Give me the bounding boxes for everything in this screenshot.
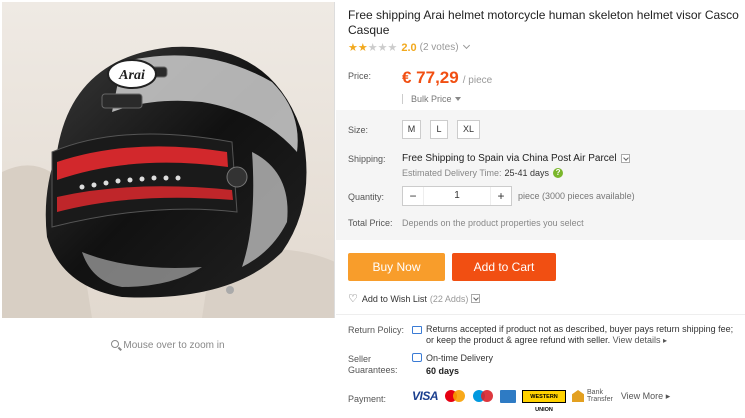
- product-title: Free shipping Arai helmet motorcycle hum…: [348, 8, 739, 37]
- delivery-label: Estimated Delivery Time:: [402, 168, 502, 178]
- bank-icon: [572, 390, 585, 402]
- product-page: Arai Mouse over to zoom in Free shipping…: [0, 0, 745, 418]
- bank-transfer: Bank Transfer: [572, 389, 613, 403]
- quantity-available: piece (3000 pieces available): [518, 191, 635, 201]
- caret-down-icon: [454, 97, 461, 101]
- return-policy-body: Returns accepted if product not as descr…: [426, 324, 734, 345]
- zoom-hint-text: Mouse over to zoom in: [123, 340, 225, 351]
- svg-text:Arai: Arai: [118, 68, 145, 83]
- seller-guarantees-label: Seller Guarantees:: [348, 354, 398, 376]
- delivery-estimate: Estimated Delivery Time: 25-41 days ?: [402, 168, 564, 178]
- size-option-l[interactable]: L: [430, 120, 448, 139]
- rating[interactable]: ★★★★★ 2.0 (2 votes): [348, 41, 470, 54]
- total-price-label: Total Price:: [348, 218, 393, 228]
- size-option-m[interactable]: M: [402, 120, 421, 139]
- seller-guarantees-label-line2: Guarantees:: [348, 365, 398, 375]
- quantity-label: Quantity:: [348, 192, 385, 202]
- buy-now-button[interactable]: Buy Now: [348, 253, 445, 281]
- quantity-increase-button[interactable]: +: [491, 187, 511, 205]
- guarantee-text: On-time Delivery 60 days: [426, 352, 493, 378]
- product-detail: Free shipping Arai helmet motorcycle hum…: [336, 0, 745, 418]
- arrow-right-icon: ▸: [665, 390, 671, 401]
- add-to-wishlist[interactable]: ♡ Add to Wish List (22 Adds): [348, 292, 481, 305]
- wishlist-count: (22 Adds): [429, 293, 469, 304]
- amex-icon: [500, 389, 517, 403]
- seller-guarantees-label-line1: Seller: [348, 354, 372, 364]
- bulk-price-dropdown[interactable]: Bulk Price: [402, 94, 461, 104]
- mastercard-icon: [444, 389, 466, 403]
- view-more-label: View More: [620, 390, 664, 401]
- guarantee-days: 60 days: [426, 366, 460, 376]
- bank-transfer-line2: Transfer: [587, 396, 613, 403]
- price: € 77,29 / piece: [402, 68, 492, 88]
- wishlist-label: Add to Wish List: [361, 293, 427, 304]
- quantity-decrease-button[interactable]: −: [403, 187, 423, 205]
- bulk-price-label: Bulk Price: [411, 94, 452, 104]
- bank-transfer-label: Bank Transfer: [587, 389, 613, 403]
- price-unit: / piece: [462, 75, 493, 86]
- chevron-down-icon: [620, 154, 630, 163]
- helmet-illustration: Arai: [2, 2, 334, 318]
- image-gallery: Arai Mouse over to zoom in: [0, 0, 336, 418]
- bank-transfer-line1: Bank: [587, 389, 603, 396]
- zoom-hint: Mouse over to zoom in: [0, 340, 336, 351]
- divider: [336, 314, 745, 315]
- size-label: Size:: [348, 125, 369, 135]
- return-policy-label: Return Policy:: [348, 325, 405, 335]
- guarantee-name: On-time Delivery: [426, 353, 494, 363]
- magnifier-icon: [111, 340, 120, 348]
- star-rating-icon: ★★★★★: [348, 42, 398, 54]
- arrow-right-icon: ▸: [663, 336, 668, 345]
- price-amount: € 77,29: [402, 68, 459, 87]
- maestro-icon: [472, 389, 494, 403]
- visa-logo: VISA: [412, 389, 439, 403]
- rating-score: 2.0: [401, 41, 417, 54]
- payment-label: Payment:: [348, 394, 387, 404]
- shipping-text: Free Shipping to Spain via China Post Ai…: [402, 153, 617, 164]
- return-policy-text: Returns accepted if product not as descr…: [426, 324, 740, 346]
- view-details-link[interactable]: View details: [613, 335, 661, 345]
- price-label: Price:: [348, 71, 372, 81]
- payment-methods: VISA WESTERN UNION Bank Transfer View Mor…: [412, 389, 676, 413]
- help-icon[interactable]: ?: [553, 168, 564, 178]
- rating-votes: (2 votes): [419, 42, 459, 53]
- shipping-method[interactable]: Free Shipping to Spain via China Post Ai…: [402, 153, 630, 164]
- view-more-payment-link[interactable]: View More ▸: [621, 391, 670, 402]
- quantity-stepper: − 1 +: [402, 186, 512, 206]
- size-option-xl[interactable]: XL: [457, 120, 480, 139]
- add-to-cart-button[interactable]: Add to Cart: [452, 253, 556, 281]
- shipping-label: Shipping:: [348, 154, 386, 164]
- chevron-down-icon: [462, 41, 470, 50]
- heart-icon: ♡: [348, 293, 358, 305]
- total-price-note: Depends on the product properties you se…: [402, 218, 584, 228]
- chevron-down-icon: [471, 294, 481, 303]
- return-policy-icon: [412, 326, 422, 334]
- delivery-days: 25-41 days: [504, 168, 550, 178]
- delivery-truck-icon: [412, 353, 422, 362]
- western-union-logo: WESTERN UNION: [522, 389, 567, 413]
- quantity-input[interactable]: 1: [423, 187, 491, 205]
- product-image[interactable]: Arai: [2, 2, 335, 318]
